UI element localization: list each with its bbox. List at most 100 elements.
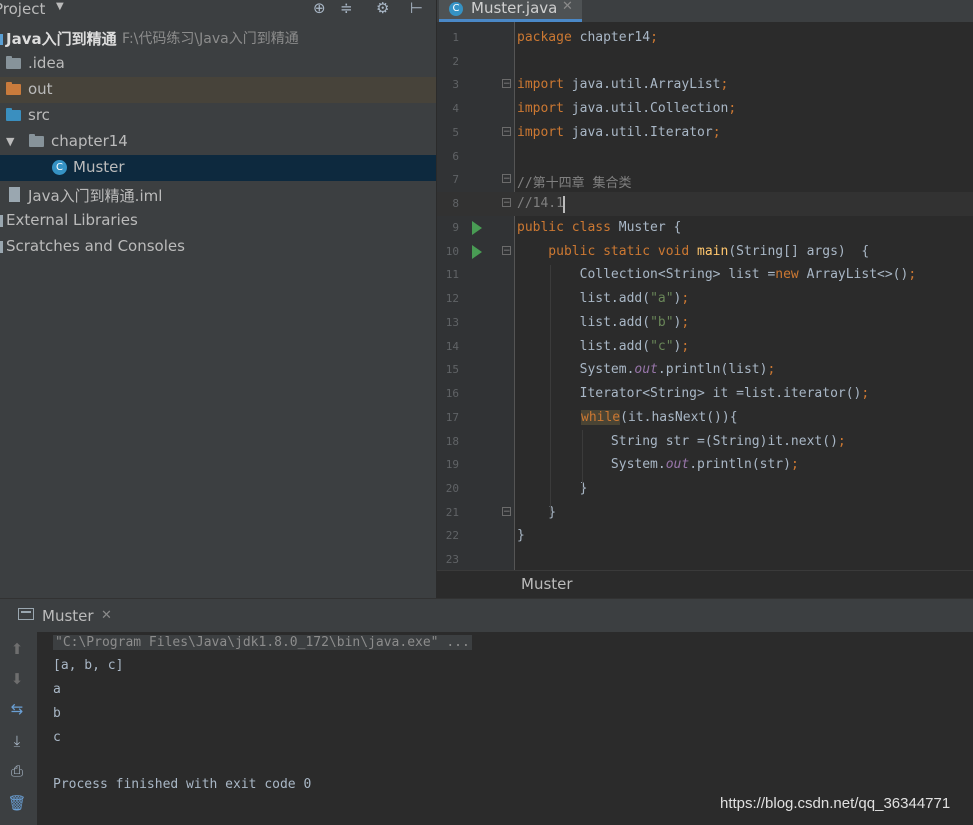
semicolon: ;	[767, 362, 776, 377]
tree-item-chapter14[interactable]: ▼ chapter14	[0, 129, 436, 155]
arrow-up-icon[interactable]: ⬆	[7, 639, 27, 659]
line-number: 8	[452, 197, 459, 210]
breadcrumb-item[interactable]: Muster	[521, 575, 573, 593]
code-line[interactable]: 18 String str =(String)it.next();	[437, 430, 973, 454]
run-panel: Muster ✕ ⬆ ⬇ ⇆ ⤓ ⎙ 🗑 "C:\Program Files\J…	[0, 598, 973, 825]
code-text: .println(list)	[657, 362, 768, 377]
tree-item-path: F:\代码练习\Java入门到精通	[122, 31, 299, 47]
code-line[interactable]: 3 − import java.util.ArrayList;	[437, 73, 973, 97]
hide-panel-icon[interactable]: ⊢	[410, 0, 423, 17]
code-text: System.	[517, 362, 635, 377]
semicolon: ;	[728, 101, 737, 116]
console-icon	[18, 608, 34, 620]
line-number: 3	[452, 78, 459, 91]
keyword: import	[517, 101, 564, 116]
code-text: }	[517, 528, 525, 543]
trash-icon[interactable]: 🗑	[7, 793, 27, 813]
code-line[interactable]: 13 list.add("b");	[437, 311, 973, 335]
code-line[interactable]: 4 import java.util.Collection;	[437, 97, 973, 121]
code-line[interactable]: 16 Iterator<String> it =list.iterator();	[437, 382, 973, 406]
chevron-down-icon[interactable]: ▼	[6, 135, 14, 148]
fold-icon[interactable]: −	[502, 246, 511, 256]
tree-item-label: chapter14	[51, 132, 128, 150]
run-tab-label[interactable]: Muster	[42, 607, 94, 625]
code-line[interactable]: 7 −//第十四章 集合类	[437, 168, 973, 192]
line-number: 10	[445, 245, 459, 258]
module-icon	[0, 34, 3, 45]
tree-item-out[interactable]: out	[0, 77, 436, 103]
close-icon[interactable]: ✕	[562, 0, 573, 14]
editor-breadcrumb: Muster	[437, 570, 973, 598]
tab-muster-java[interactable]: C Muster.java ✕	[439, 0, 582, 22]
line-number: 5	[452, 126, 459, 139]
fold-icon[interactable]: −	[502, 198, 511, 208]
fold-icon[interactable]: −	[502, 174, 511, 184]
console-line: a	[53, 682, 61, 697]
code-line[interactable]: 22}	[437, 524, 973, 548]
code-line[interactable]: 12 list.add("a");	[437, 287, 973, 311]
line-number: 1	[452, 31, 459, 44]
chevron-down-icon[interactable]: ▼	[56, 1, 64, 12]
code-line[interactable]: 9 public class Muster {	[437, 216, 973, 240]
code-text: list.add(	[517, 339, 651, 354]
comment: //14.1	[517, 196, 564, 211]
line-number: 19	[445, 458, 459, 471]
code-line[interactable]: 6	[437, 145, 973, 169]
indent-guide	[582, 430, 583, 490]
gear-icon[interactable]: ⚙	[376, 0, 389, 17]
code-line[interactable]: 10 − public static void main(String[] arg…	[437, 240, 973, 264]
code-line[interactable]: 14 list.add("c");	[437, 335, 973, 359]
code-line[interactable]: 20 }	[437, 477, 973, 501]
code-line[interactable]: 21− }	[437, 501, 973, 525]
print-icon[interactable]: ⎙	[7, 761, 27, 781]
run-icon[interactable]	[472, 221, 482, 235]
semicolon: ;	[681, 339, 690, 354]
arrow-down-icon[interactable]: ⬇	[7, 669, 27, 689]
code-line[interactable]: 2	[437, 50, 973, 74]
tree-item-scratches[interactable]: Scratches and Consoles	[0, 234, 436, 260]
string-literal: "c"	[650, 339, 674, 354]
fold-icon[interactable]: −	[502, 507, 511, 517]
tree-item-label: .idea	[28, 54, 65, 72]
soft-wrap-icon[interactable]: ⇆	[7, 699, 27, 719]
keyword-highlighted: while	[581, 410, 621, 425]
code-line[interactable]: 11 Collection<String> list =new ArrayLis…	[437, 263, 973, 287]
run-icon[interactable]	[472, 245, 482, 259]
tree-item-label: Muster	[73, 158, 125, 176]
code-editor[interactable]: C Muster.java ✕ 1 package chapter14; 2 3 −…	[437, 0, 973, 598]
tree-item-external-libraries[interactable]: External Libraries	[0, 208, 436, 234]
code-text: list.add(	[517, 315, 651, 330]
line-number: 6	[452, 150, 459, 163]
console-command-line[interactable]: "C:\Program Files\Java\jdk1.8.0_172\bin\…	[53, 635, 472, 650]
code-line-current[interactable]: 8 −//14.1	[437, 192, 973, 216]
tree-item-label: Scratches and Consoles	[6, 237, 185, 255]
project-title[interactable]: Project	[0, 0, 45, 18]
keyword: public static void	[517, 244, 690, 259]
code-line[interactable]: 23	[437, 548, 973, 572]
tree-item-idea[interactable]: .idea	[0, 51, 436, 77]
code-text: (it.hasNext()){	[620, 410, 738, 425]
close-icon[interactable]: ✕	[101, 608, 112, 623]
code-line[interactable]: 19 System.out.println(str);	[437, 453, 973, 477]
locate-icon[interactable]: ⊕	[313, 0, 326, 17]
code-text: java.util.ArrayList	[563, 77, 721, 92]
tree-item-src[interactable]: src	[0, 103, 436, 129]
scroll-to-end-icon[interactable]: ⤓	[7, 731, 27, 751]
tree-item-iml[interactable]: Java入门到精通.iml	[0, 182, 436, 208]
code-line[interactable]: 15 System.out.println(list);	[437, 358, 973, 382]
tree-item-muster[interactable]: C Muster	[0, 155, 436, 181]
tree-item-project-root[interactable]: Java入门到精通 F:\代码练习\Java入门到精通	[0, 25, 436, 51]
folder-icon	[6, 82, 21, 95]
fold-icon[interactable]: −	[502, 127, 511, 137]
semicolon: ;	[790, 457, 799, 472]
line-number: 11	[445, 268, 459, 281]
code-line[interactable]: 1 package chapter14;	[437, 26, 973, 50]
keyword: public class	[517, 220, 611, 235]
code-line[interactable]: 17 while(it.hasNext()){	[437, 406, 973, 430]
tree-item-label: External Libraries	[6, 211, 138, 229]
code-line[interactable]: 5 − import java.util.Iterator;	[437, 121, 973, 145]
line-number: 20	[445, 482, 459, 495]
line-number: 16	[445, 387, 459, 400]
fold-icon[interactable]: −	[502, 79, 511, 89]
collapse-all-icon[interactable]: ≑	[340, 0, 353, 17]
